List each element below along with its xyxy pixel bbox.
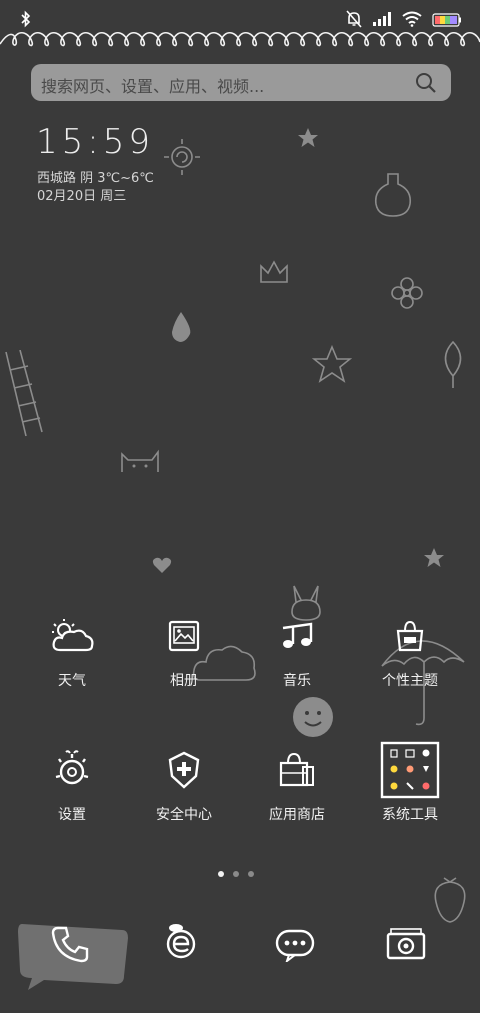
ladder-doodle (5, 350, 43, 437)
app-label: 天气 (58, 673, 86, 689)
app-security-center[interactable]: 安全中心 (134, 740, 234, 824)
page-indicator (218, 871, 254, 877)
app-store[interactable]: 应用商店 (247, 740, 347, 824)
page-dot[interactable] (218, 871, 224, 877)
weather-icon (42, 606, 102, 666)
scribble-border (0, 31, 480, 47)
music-icon (267, 606, 327, 666)
app-music[interactable]: 音乐 (247, 606, 347, 690)
search-icon[interactable] (415, 72, 437, 98)
messages-icon (274, 926, 316, 966)
star-outline-doodle (312, 345, 352, 383)
love-bottle-doodle (374, 173, 412, 217)
dock-phone[interactable] (40, 916, 100, 976)
app-label: 相册 (170, 673, 198, 689)
smiley-doodle (293, 697, 333, 737)
gallery-icon (154, 606, 214, 666)
security-icon (154, 740, 214, 800)
date-text[interactable]: 02月20日 周三 (37, 185, 126, 204)
dock-messages[interactable] (265, 916, 325, 976)
browser-icon (160, 920, 200, 964)
app-label: 设置 (58, 807, 86, 823)
battery-icon (432, 12, 462, 31)
leaf-doodle (444, 340, 462, 388)
app-label: 系统工具 (382, 807, 438, 823)
star-small-doodle (424, 548, 444, 567)
app-label: 个性主题 (382, 673, 438, 689)
clock-time[interactable]: 15:59 (36, 122, 154, 162)
page-dot[interactable] (233, 871, 239, 877)
app-label: 安全中心 (156, 807, 212, 823)
phone-icon (50, 924, 90, 968)
sun-swirl-doodle (164, 139, 200, 175)
wifi-icon (402, 11, 422, 31)
app-gallery[interactable]: 相册 (134, 606, 234, 690)
app-themes[interactable]: 个性主题 (360, 606, 460, 690)
app-store-icon (267, 740, 327, 800)
camera-icon (385, 925, 427, 967)
app-weather[interactable]: 天气 (22, 606, 122, 690)
dock-camera[interactable] (376, 916, 436, 976)
mute-bell-icon (346, 10, 362, 32)
theme-icon (380, 606, 440, 666)
app-settings[interactable]: 设置 (22, 740, 122, 824)
search-bar[interactable]: 搜索网页、设置、应用、视频... (31, 64, 451, 101)
heart-doodle (152, 557, 172, 573)
search-placeholder: 搜索网页、设置、应用、视频... (41, 77, 265, 96)
signal-icon (372, 11, 392, 31)
app-label: 音乐 (283, 673, 311, 689)
star-doodle (298, 128, 318, 147)
app-label: 应用商店 (269, 807, 325, 823)
crown-doodle (260, 260, 288, 283)
folder-system-tools[interactable]: 系统工具 (360, 740, 460, 824)
weather-summary[interactable]: 西城路 阴 3℃~6℃ (37, 167, 154, 186)
drop-doodle (172, 312, 191, 342)
system-tools-folder (380, 740, 440, 800)
strawberry-doodle (434, 877, 466, 923)
flower-doodle (391, 277, 423, 309)
settings-icon (42, 740, 102, 800)
bluetooth-icon (20, 10, 32, 32)
cat-doodle (121, 449, 159, 472)
dock-browser[interactable] (150, 912, 210, 972)
page-dot[interactable] (248, 871, 254, 877)
